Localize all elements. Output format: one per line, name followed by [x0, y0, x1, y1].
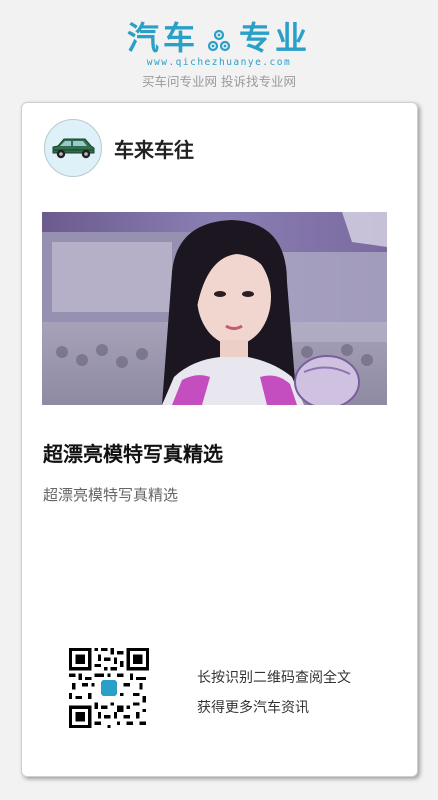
gear-icon — [205, 24, 233, 52]
car-icon — [52, 138, 95, 159]
brand-slogan: 买车问专业网 投诉找专业网 — [142, 74, 296, 89]
author-name[interactable]: 车来车往 — [114, 134, 194, 163]
brand-logo: 汽车 专业 — [0, 18, 438, 58]
article-card[interactable]: 车来车往 超漂亮模特写真精选 超漂亮模特写真精选 长按识别二维码查阅全文 获得更… — [21, 102, 418, 777]
author-avatar[interactable] — [44, 119, 102, 177]
brand-header: 汽车 专业 www.qichezhuanye.com 买车问专业网 投诉找专业网 — [0, 18, 438, 90]
qr-instructions: 长按识别二维码查阅全文 获得更多汽车资讯 — [197, 663, 351, 723]
brand-title-right: 专业 — [239, 19, 312, 57]
brand-url: www.qichezhuanye.com — [146, 57, 292, 68]
article-title[interactable]: 超漂亮模特写真精选 — [43, 438, 223, 467]
model-photo — [42, 212, 387, 405]
article-summary: 超漂亮模特写真精选 — [43, 486, 179, 504]
author-header: 车来车往 — [44, 119, 194, 177]
qr-text-line1: 长按识别二维码查阅全文 — [197, 670, 351, 686]
brand-title-left: 汽车 — [126, 19, 199, 57]
qr-text-line2: 获得更多汽车资讯 — [197, 700, 309, 716]
article-image[interactable] — [42, 212, 387, 405]
qr-code-icon — [69, 648, 149, 728]
